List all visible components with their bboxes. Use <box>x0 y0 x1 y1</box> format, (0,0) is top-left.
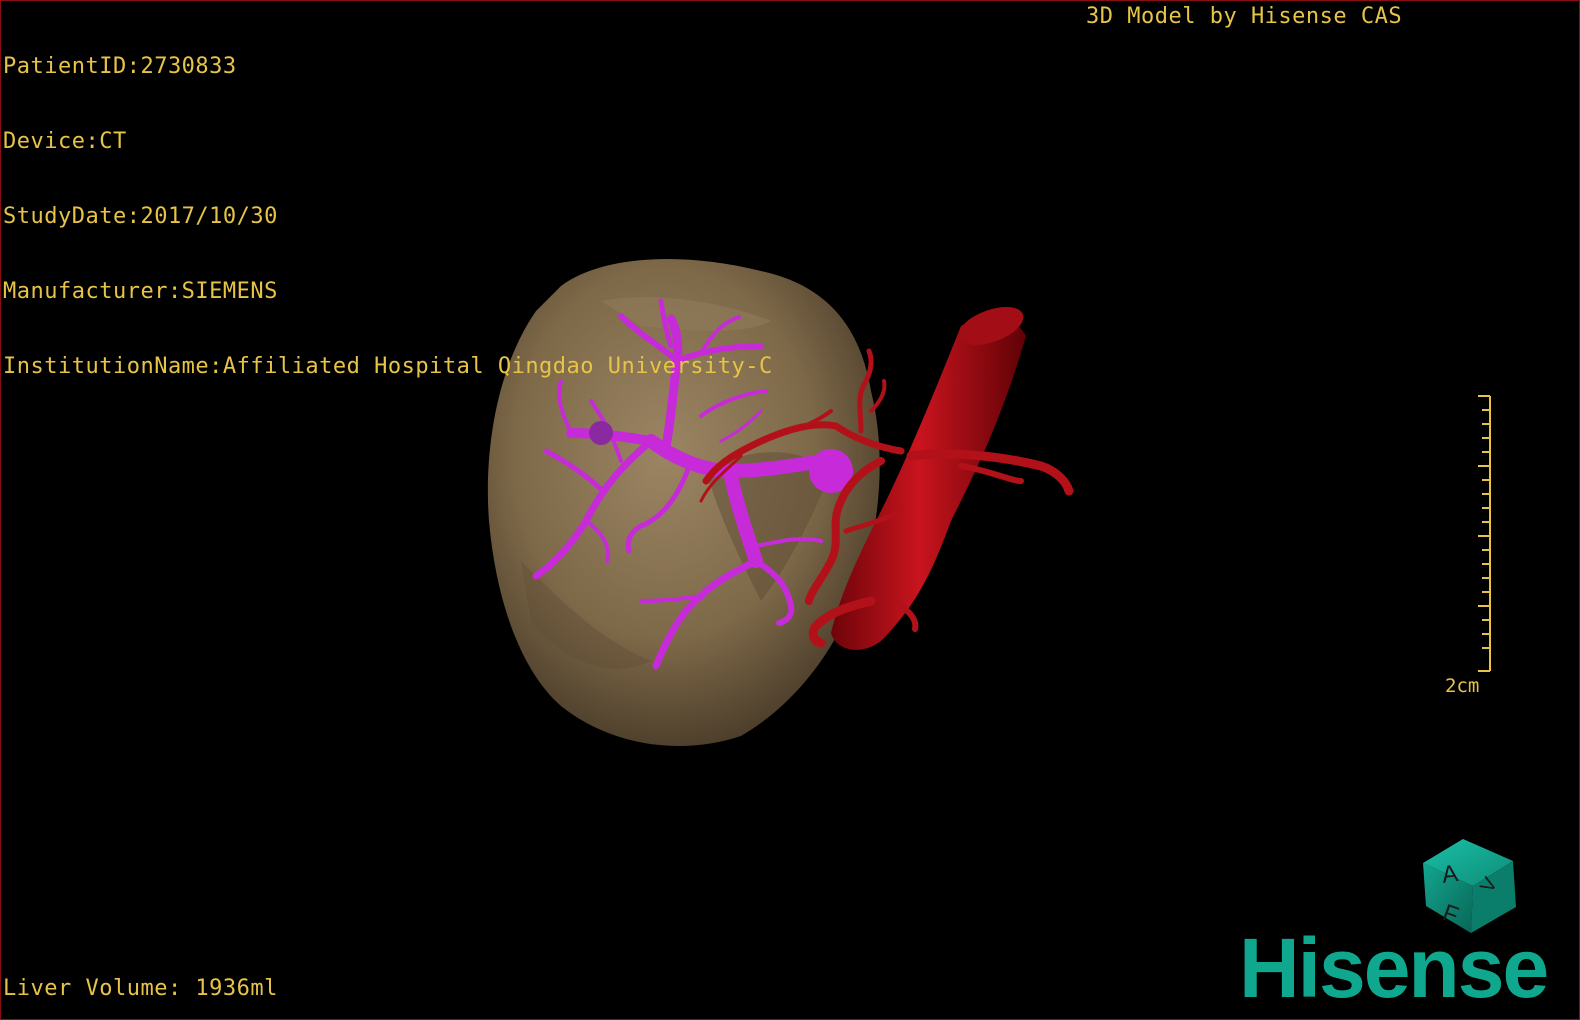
manufacturer-text: Manufacturer:SIEMENS <box>3 279 278 304</box>
liver-volume-text: Liver Volume: 1936ml <box>3 976 278 1001</box>
orientation-cube[interactable]: A F V <box>1423 839 1516 933</box>
render-viewport[interactable]: A F V PatientID:2730833 Device:CT StudyD… <box>0 0 1580 1020</box>
scale-bar <box>1478 395 1491 672</box>
model-caption: 3D Model by Hisense CAS <box>1086 4 1403 29</box>
hisense-logo: Hisense <box>1239 921 1549 1015</box>
study-info-overlay: PatientID:2730833 Device:CT StudyDate:20… <box>3 4 773 429</box>
study-date-text: StudyDate:2017/10/30 <box>3 204 278 229</box>
institution-text: InstitutionName:Affiliated Hospital Qing… <box>3 354 773 379</box>
patient-id-text: PatientID:2730833 <box>3 54 237 79</box>
scale-bar-label: 2cm <box>1445 675 1480 697</box>
device-text: Device:CT <box>3 129 127 154</box>
